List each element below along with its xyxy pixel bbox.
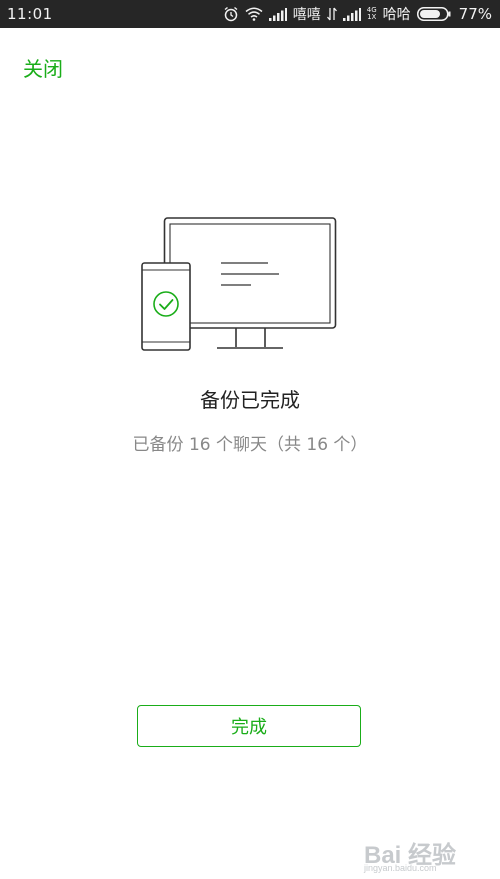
battery-icon [416, 7, 451, 21]
status-icons: 嘻嘻 4G 1X 哈哈 77% [223, 4, 492, 24]
network-type-bottom: 1X [367, 13, 377, 21]
carrier-1: 嘻嘻 [292, 7, 321, 23]
data-transfer-icon [326, 7, 337, 21]
backup-summary: 已备份 16 个聊天（共 16 个） [132, 435, 368, 455]
wifi-icon [245, 7, 263, 21]
status-bar: 11:01 嘻嘻 4G 1X 哈哈 77% [0, 0, 500, 28]
alarm-icon [223, 6, 239, 22]
done-button[interactable]: 完成 [137, 705, 361, 747]
network-type: 4G 1X [367, 7, 377, 21]
backup-illustration [139, 214, 339, 354]
watermark-url: jingyan.baidu.com [364, 863, 437, 873]
phone-icon [141, 262, 191, 351]
baidu-watermark: Bai 经验 jingyan.baidu.com [364, 835, 494, 875]
battery-percent: 77% [458, 5, 492, 23]
signal-icon-2 [342, 7, 361, 21]
carrier-2: 哈哈 [382, 7, 411, 23]
page-title: 备份已完成 [200, 388, 300, 412]
close-button[interactable]: 关闭 [23, 53, 63, 82]
done-button-label: 完成 [231, 717, 267, 738]
screen: 11:01 嘻嘻 4G 1X 哈哈 77% 关闭 备份已完成 已备份 16 个聊… [0, 0, 500, 879]
status-time: 11:01 [7, 5, 53, 23]
signal-icon-1 [268, 7, 287, 21]
